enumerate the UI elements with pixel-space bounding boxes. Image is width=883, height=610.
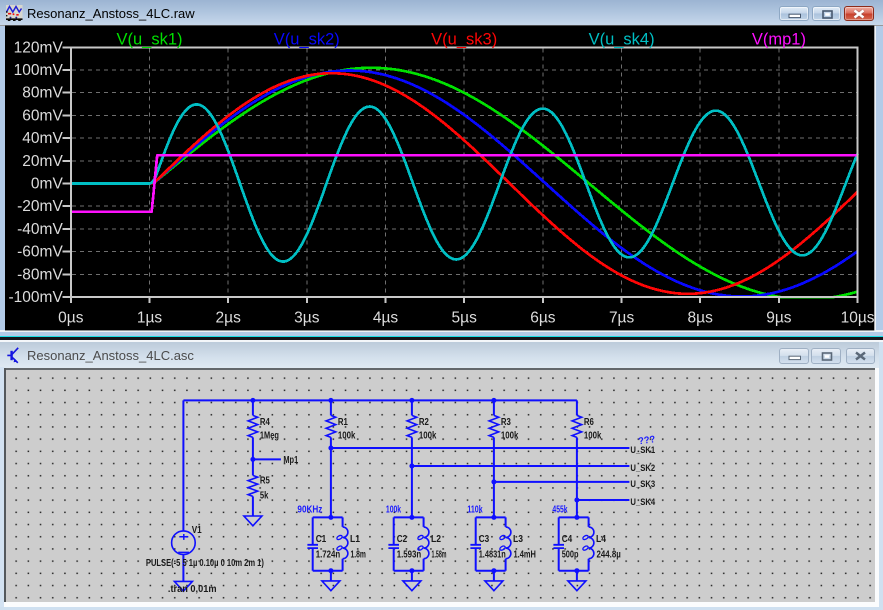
svg-text:110k: 110k bbox=[467, 504, 483, 515]
svg-text:V(u_sk4): V(u_sk4) bbox=[589, 31, 655, 49]
svg-text:L2: L2 bbox=[431, 533, 441, 544]
svg-text:C3: C3 bbox=[479, 533, 490, 544]
svg-text:20mV: 20mV bbox=[22, 153, 63, 170]
svg-text:9µs: 9µs bbox=[766, 310, 792, 327]
svg-text:U_SK2: U_SK2 bbox=[630, 463, 655, 473]
svg-text:8µs: 8µs bbox=[688, 310, 714, 327]
svg-text:C4: C4 bbox=[562, 533, 573, 544]
svg-text:R1: R1 bbox=[338, 416, 348, 427]
svg-text:R4: R4 bbox=[260, 416, 270, 427]
svg-text:1.4mH: 1.4mH bbox=[514, 549, 536, 560]
svg-text:C2: C2 bbox=[397, 533, 408, 544]
svg-text:40mV: 40mV bbox=[22, 130, 63, 147]
svg-text:R2: R2 bbox=[419, 416, 429, 427]
svg-text:U_SK4: U_SK4 bbox=[630, 497, 656, 507]
svg-text:3µs: 3µs bbox=[294, 310, 320, 327]
svg-text:C1: C1 bbox=[316, 533, 327, 544]
svg-text:-40mV: -40mV bbox=[17, 221, 63, 238]
svg-text:5µs: 5µs bbox=[452, 310, 478, 327]
svg-text:100k: 100k bbox=[386, 504, 402, 515]
svg-text:1.4831n: 1.4831n bbox=[479, 549, 506, 560]
svg-text:90KHz: 90KHz bbox=[297, 504, 322, 515]
svg-text:V(mp1): V(mp1) bbox=[752, 31, 806, 49]
svg-text:1µs: 1µs bbox=[137, 310, 163, 327]
svg-text:1.8m: 1.8m bbox=[351, 549, 367, 560]
svg-text:-80mV: -80mV bbox=[17, 266, 63, 283]
svg-text:0µs: 0µs bbox=[58, 310, 84, 327]
svg-text:100k: 100k bbox=[501, 430, 519, 441]
svg-text:100k: 100k bbox=[419, 430, 437, 441]
svg-text:455k: 455k bbox=[552, 504, 568, 515]
svg-text:PULSE(-5 5 1µ 0.10µ 0 10m 2m 1: PULSE(-5 5 1µ 0.10µ 0 10m 2m 1) bbox=[146, 557, 264, 568]
svg-text:500p: 500p bbox=[562, 549, 579, 560]
svg-text:80mV: 80mV bbox=[22, 85, 63, 102]
svg-text:R5: R5 bbox=[260, 475, 270, 486]
svg-text:10µs: 10µs bbox=[841, 310, 875, 327]
svg-text:-60mV: -60mV bbox=[17, 244, 63, 261]
svg-text:2µs: 2µs bbox=[216, 310, 242, 327]
svg-text:V(u_sk3): V(u_sk3) bbox=[431, 31, 497, 49]
svg-text:1Meg: 1Meg bbox=[260, 430, 279, 441]
svg-text:100mV: 100mV bbox=[14, 62, 64, 79]
svg-text:120mV: 120mV bbox=[14, 39, 64, 56]
svg-text:V(u_sk1): V(u_sk1) bbox=[116, 31, 182, 49]
svg-text:???: ??? bbox=[638, 434, 656, 447]
svg-text:R3: R3 bbox=[501, 416, 511, 427]
svg-text:5k: 5k bbox=[260, 490, 269, 501]
svg-text:U_SK3: U_SK3 bbox=[630, 478, 655, 488]
svg-text:6µs: 6µs bbox=[530, 310, 556, 327]
svg-text:244.8µ: 244.8µ bbox=[597, 549, 622, 560]
svg-text:-100mV: -100mV bbox=[9, 289, 64, 306]
svg-text:-20mV: -20mV bbox=[17, 198, 63, 215]
svg-text:V(u_sk2): V(u_sk2) bbox=[274, 31, 340, 49]
svg-text:V1: V1 bbox=[192, 524, 202, 535]
svg-text:1.724n: 1.724n bbox=[316, 549, 341, 560]
svg-text:L1: L1 bbox=[350, 533, 360, 544]
svg-text:60mV: 60mV bbox=[22, 107, 63, 124]
svg-text:100k: 100k bbox=[338, 430, 356, 441]
svg-text:100k: 100k bbox=[584, 430, 602, 441]
svg-text:L4: L4 bbox=[596, 533, 606, 544]
svg-text:1.58m: 1.58m bbox=[432, 549, 447, 560]
svg-text:Mp1: Mp1 bbox=[283, 454, 298, 465]
svg-text:R6: R6 bbox=[584, 416, 594, 427]
svg-text:.tran 0,01m: .tran 0,01m bbox=[168, 583, 217, 594]
svg-text:7µs: 7µs bbox=[609, 310, 635, 327]
svg-text:L3: L3 bbox=[513, 533, 523, 544]
svg-text:0mV: 0mV bbox=[31, 176, 64, 193]
svg-text:1.593n: 1.593n bbox=[397, 549, 422, 560]
svg-text:4µs: 4µs bbox=[373, 310, 399, 327]
